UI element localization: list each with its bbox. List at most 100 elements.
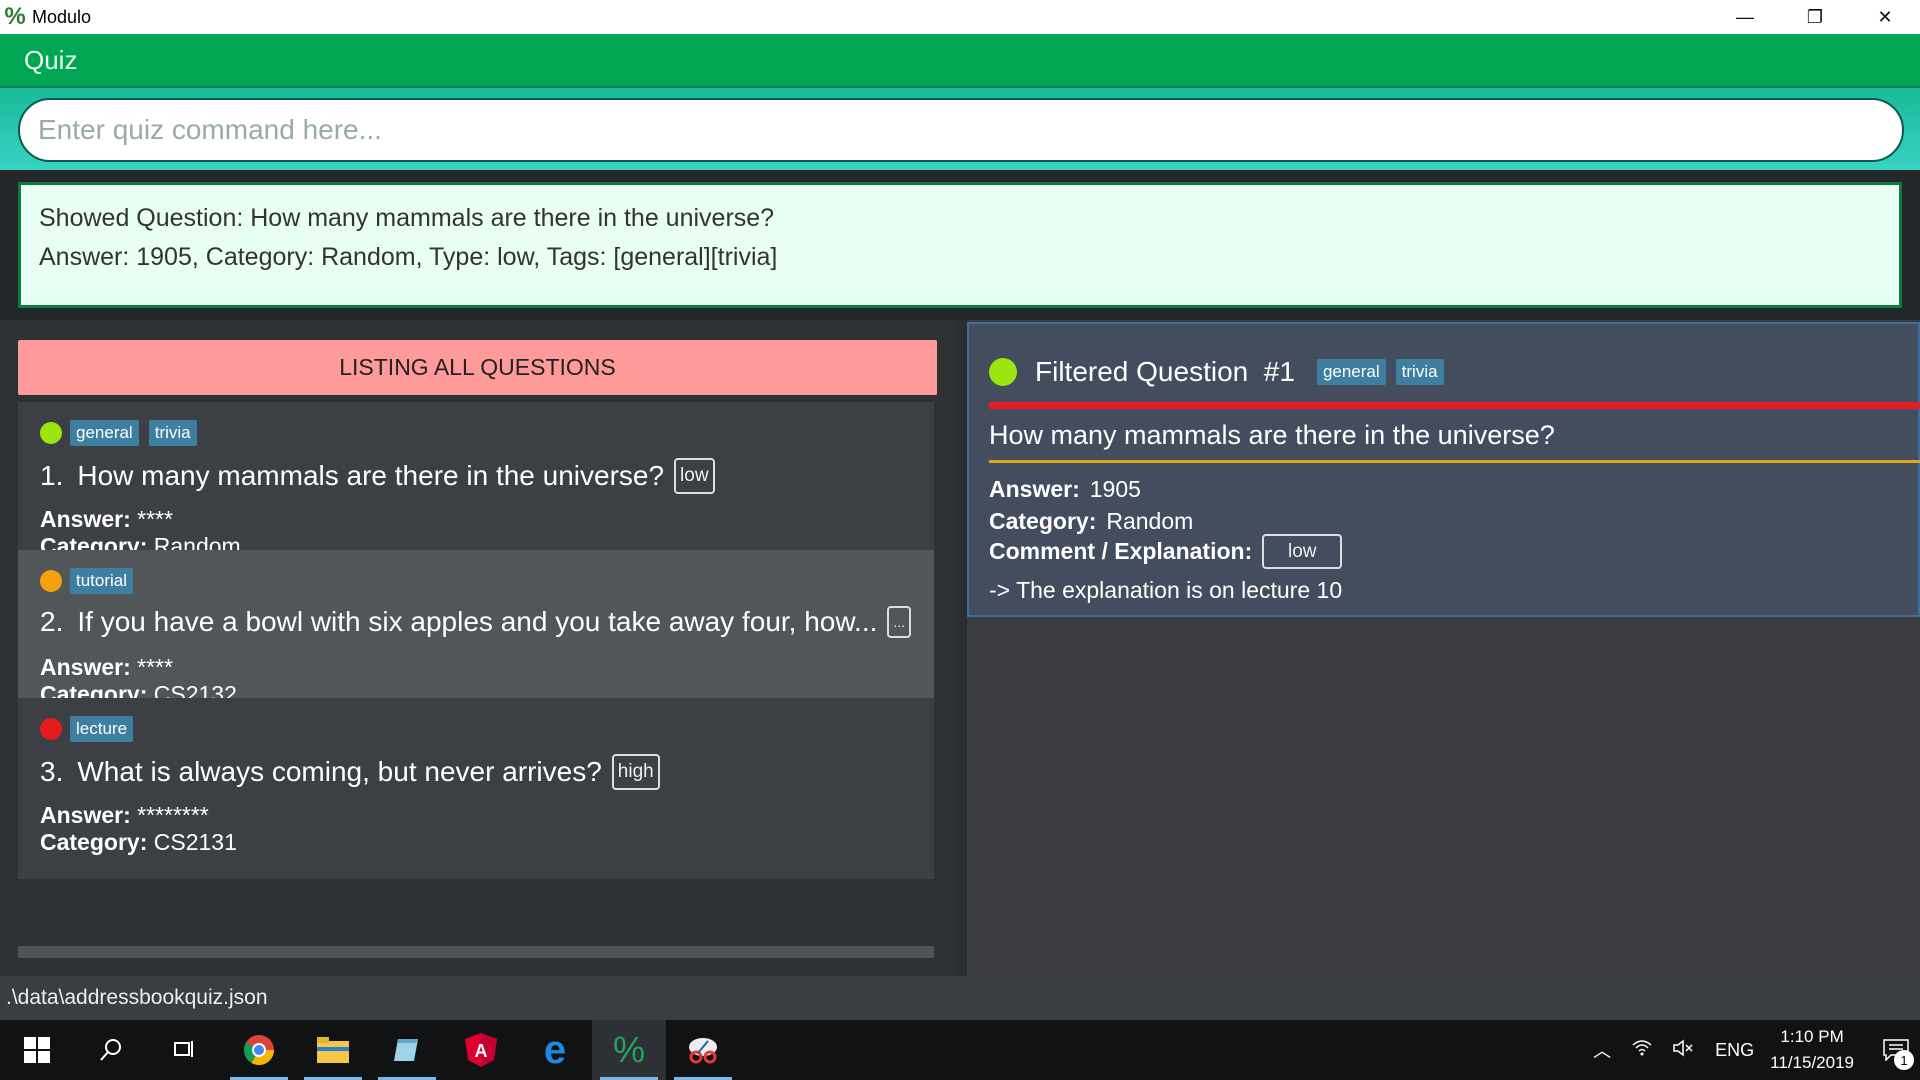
answer-label: Answer: (40, 506, 131, 532)
list-header: LISTING ALL QUESTIONS (18, 340, 937, 395)
tag-badge: general (70, 420, 139, 446)
clock-date: 11/15/2019 (1770, 1053, 1854, 1072)
detail-category-line: Category: Random (989, 508, 1193, 535)
detail-answer-label: Answer: (989, 476, 1080, 502)
answer-label: Answer: (40, 654, 131, 680)
input-language[interactable]: ENG (1715, 1040, 1754, 1061)
divider-orange (989, 460, 1920, 463)
divider-red (989, 402, 1920, 409)
chrome-icon[interactable] (222, 1020, 296, 1080)
question-number: 1. (40, 460, 64, 491)
type-badge: ... (887, 606, 912, 638)
detail-explanation: -> The explanation is on lecture 10 (989, 577, 1343, 603)
status-dot-icon (40, 570, 62, 592)
detail-question: How many mammals are there in the univer… (989, 420, 1555, 450)
volume-muted-icon[interactable] (1673, 1038, 1695, 1062)
angular-icon[interactable]: A (444, 1020, 518, 1080)
snipping-tool-icon[interactable] (666, 1020, 740, 1080)
status-dot-icon (40, 718, 62, 740)
answer-line: Answer: **** (40, 654, 173, 681)
restore-button[interactable]: ❐ (1780, 0, 1850, 34)
detail-title: Filtered Question #1 (1035, 356, 1295, 388)
result-line-1: Showed Question: How many mammals are th… (39, 204, 775, 232)
tag-badge: general (1316, 359, 1386, 385)
modulo-taskbar-icon[interactable]: % (592, 1020, 666, 1080)
status-dot-icon (40, 422, 62, 444)
answer-value: **** (137, 506, 173, 532)
question-line: 1. How many mammals are there in the uni… (40, 458, 715, 494)
detail-comment-line: Comment / Explanation: low (989, 534, 1343, 569)
panel-divider[interactable] (955, 320, 967, 976)
detail-answer-line: Answer: 1905 (989, 476, 1141, 503)
minimize-button[interactable]: — (1710, 0, 1780, 34)
answer-value: ******** (137, 802, 209, 828)
detail-panel: Filtered Question #1 general trivia How … (967, 320, 1920, 976)
question-line: 3. What is always coming, but never arri… (40, 754, 660, 790)
title-bar: % Modulo — ❐ ✕ (0, 0, 1920, 34)
status-file-path: .\data\addressbookquiz.json (6, 986, 268, 1009)
detail-category-label: Category: (989, 508, 1097, 534)
type-badge: high (611, 754, 660, 790)
notification-count-badge: 1 (1894, 1050, 1914, 1070)
tag-badge: tutorial (70, 568, 134, 594)
category-line: Category: CS2131 (40, 829, 237, 856)
detail-card: Filtered Question #1 general trivia How … (967, 322, 1920, 617)
action-center-icon[interactable]: 1 (1872, 1020, 1920, 1080)
detail-index: #1 (1263, 356, 1295, 387)
close-button[interactable]: ✕ (1850, 0, 1920, 34)
result-line-2: Answer: 1905, Category: Random, Type: lo… (39, 243, 778, 271)
command-box (0, 86, 1920, 170)
wifi-icon[interactable] (1631, 1039, 1653, 1062)
windows-start-icon[interactable] (0, 1020, 74, 1080)
detail-category-value: Random (1106, 508, 1194, 534)
result-display-area: Showed Question: How many mammals are th… (0, 170, 1920, 320)
status-dot-icon (989, 358, 1017, 386)
search-icon[interactable] (74, 1020, 148, 1080)
question-text: What is always coming, but never arrives… (77, 756, 602, 787)
detail-type-badge: low (1262, 534, 1343, 569)
question-line: 2. If you have a bowl with six apples an… (40, 606, 932, 638)
question-list[interactable]: general trivia 1. How many mammals are t… (18, 402, 934, 958)
window-controls: — ❐ ✕ (1710, 0, 1920, 34)
clock[interactable]: 1:10 PM 11/15/2019 (1770, 1024, 1854, 1076)
tag-badge: lecture (70, 716, 134, 742)
clock-time: 1:10 PM (1780, 1027, 1844, 1046)
window-title: Modulo (32, 6, 92, 27)
category-label: Category: (40, 829, 148, 855)
next-card-peek (18, 946, 934, 958)
answer-label: Answer: (40, 802, 131, 828)
command-input[interactable] (18, 98, 1904, 162)
show-hidden-icons-chevron-up-icon[interactable]: ︿ (1593, 1037, 1611, 1063)
answer-line: Answer: **** (40, 506, 173, 533)
question-number: 2. (40, 606, 64, 637)
svg-text:A: A (475, 1041, 488, 1061)
question-list-panel: LISTING ALL QUESTIONS general trivia 1. … (0, 320, 955, 976)
tag-badge: trivia (148, 420, 197, 446)
edge-icon[interactable]: e (518, 1020, 592, 1080)
answer-value: **** (137, 654, 173, 680)
notepad-icon[interactable] (370, 1020, 444, 1080)
taskbar: A e % ︿ ENG 1:10 PM 11/15/2019 1 (0, 1020, 1920, 1080)
question-text: If you have a bowl with six apples and y… (77, 606, 878, 637)
card-tags: tutorial (40, 568, 143, 594)
detail-title-text: Filtered Question (1035, 356, 1249, 387)
detail-comment-label: Comment / Explanation: (989, 538, 1253, 564)
type-badge: low (674, 458, 715, 494)
status-bar: .\data\addressbookquiz.json (0, 976, 1920, 1020)
question-number: 3. (40, 756, 64, 787)
result-display: Showed Question: How many mammals are th… (18, 182, 1902, 308)
question-text: How many mammals are there in the univer… (77, 460, 665, 491)
file-explorer-icon[interactable] (296, 1020, 370, 1080)
answer-line: Answer: ******** (40, 802, 209, 829)
question-card[interactable]: lecture 3. What is always coming, but ne… (18, 698, 934, 879)
detail-header: Filtered Question #1 general trivia (989, 356, 1454, 388)
card-tags: general trivia (40, 420, 207, 446)
modulo-logo-icon: % (4, 3, 26, 30)
tag-badge: trivia (1395, 359, 1444, 385)
detail-answer-value: 1905 (1089, 476, 1141, 502)
menu-bar: Quiz (0, 34, 1920, 86)
menu-quiz[interactable]: Quiz (24, 45, 77, 76)
system-tray: ︿ ENG 1:10 PM 11/15/2019 1 (1583, 1020, 1920, 1080)
category-value: CS2131 (153, 829, 237, 855)
task-view-icon[interactable] (148, 1020, 222, 1080)
